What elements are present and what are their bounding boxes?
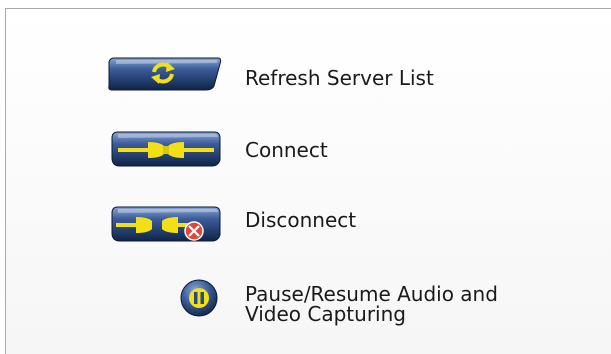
- pause-resume-button[interactable]: [179, 278, 219, 318]
- pause-resume-label-line2: Video Capturing: [245, 302, 406, 326]
- refresh-server-list-label: Refresh Server List: [245, 66, 434, 90]
- disconnect-label: Disconnect: [245, 208, 357, 232]
- legend-panel: Refresh Server List Connect Disconnect P…: [5, 8, 611, 354]
- disconnect-button[interactable]: [108, 203, 224, 245]
- connect-label: Connect: [245, 138, 328, 162]
- refresh-server-list-button[interactable]: [108, 54, 224, 94]
- pause-icon: [189, 288, 209, 308]
- connect-button[interactable]: [108, 128, 224, 170]
